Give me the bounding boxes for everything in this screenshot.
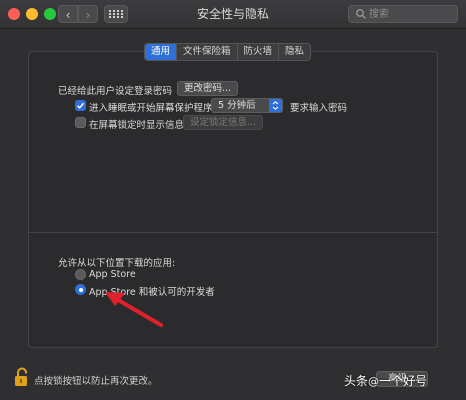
- require-password-checkbox[interactable]: [75, 100, 86, 111]
- lock-icon[interactable]: [14, 367, 30, 387]
- tab-firewall[interactable]: 防火墙: [236, 44, 279, 60]
- annotation-arrow: [105, 292, 163, 327]
- change-password-button[interactable]: 更改密码...: [177, 81, 239, 96]
- radio-app-store[interactable]: [75, 269, 86, 280]
- tab-general[interactable]: 通用: [145, 44, 177, 60]
- show-message-label: 在屏幕锁定时显示信息: [89, 120, 185, 131]
- require-password-suffix: 要求输入密码: [290, 103, 348, 114]
- security-privacy-window: ‹ › 安全性与隐私 通用 文件保险箱 防火墙 隐私 已经给此用户设定登录密码 …: [0, 0, 466, 400]
- password-delay-value: 5 分钟后: [218, 100, 256, 111]
- login-password-label: 已经给此用户设定登录密码: [58, 86, 173, 97]
- download-heading: 允许从以下位置下载的应用:: [58, 258, 176, 269]
- watermark-at: @: [368, 375, 380, 388]
- general-panel: 已经给此用户设定登录密码 更改密码... 进入睡眠或开始屏幕保护程序 5 分钟后…: [28, 51, 438, 348]
- radio-app-store-label: App Store: [89, 269, 136, 280]
- search-field[interactable]: [348, 5, 458, 23]
- lock-hint-text: 点按锁按钮以防止再次更改。: [34, 376, 158, 387]
- chevron-right-icon: ›: [85, 8, 91, 22]
- minimize-window-button[interactable]: [26, 8, 38, 20]
- watermark-handle: 一个好号: [379, 374, 428, 388]
- set-lock-message-button[interactable]: 设定锁定信息...: [183, 115, 264, 130]
- watermark: 头条@一个好号: [344, 372, 427, 389]
- chevron-updown-icon: [269, 99, 282, 112]
- show-all-button[interactable]: [104, 5, 128, 23]
- forward-button[interactable]: ›: [78, 5, 98, 23]
- password-delay-select[interactable]: 5 分钟后: [211, 98, 283, 113]
- show-message-checkbox[interactable]: [75, 117, 86, 128]
- search-input[interactable]: [369, 6, 454, 22]
- section-divider: [29, 232, 437, 233]
- close-window-button[interactable]: [8, 8, 20, 20]
- checkmark-icon: [76, 102, 85, 109]
- tab-privacy[interactable]: 隐私: [278, 44, 310, 60]
- chevron-left-icon: ‹: [65, 8, 71, 22]
- zoom-window-button[interactable]: [44, 8, 56, 20]
- tab-filevault[interactable]: 文件保险箱: [176, 44, 237, 60]
- watermark-brand: 头条: [344, 374, 369, 388]
- grid-icon: [109, 10, 111, 12]
- search-icon: [356, 9, 366, 19]
- require-password-label: 进入睡眠或开始屏幕保护程序: [89, 103, 213, 114]
- radio-app-store-identified[interactable]: [75, 284, 86, 295]
- back-button[interactable]: ‹: [58, 5, 78, 23]
- tab-bar: 通用 文件保险箱 防火墙 隐私: [144, 43, 312, 61]
- title-bar: ‹ › 安全性与隐私: [0, 0, 466, 29]
